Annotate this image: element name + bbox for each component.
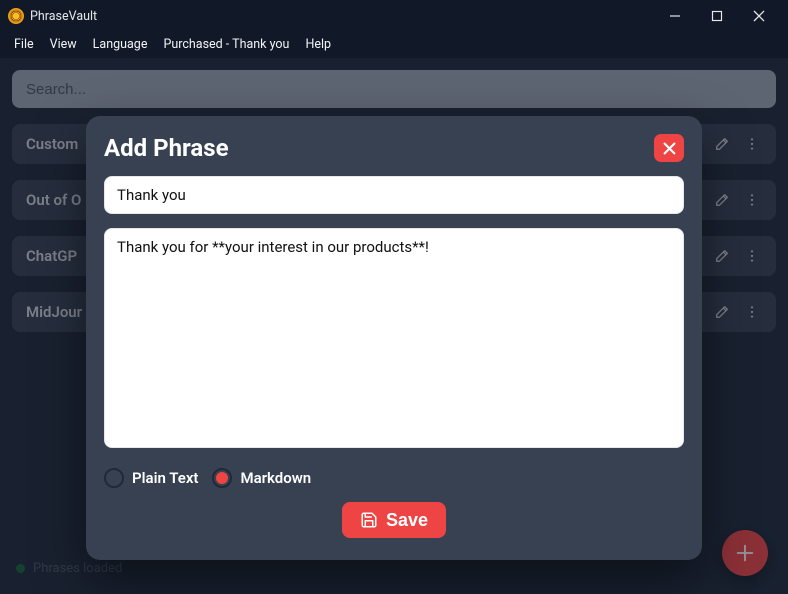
format-plain-label: Plain Text [132,469,198,487]
app-title: PhraseVault [30,9,97,24]
phrase-title-input[interactable] [104,176,684,214]
format-plain-option[interactable]: Plain Text [104,468,198,488]
add-phrase-modal: Add Phrase Plain Text Markdown Save [86,116,702,560]
close-icon [753,10,765,22]
format-radio-group: Plain Text Markdown [104,468,684,488]
minimize-button[interactable] [654,0,696,32]
radio-icon [212,468,232,488]
menu-view[interactable]: View [42,34,85,55]
save-button[interactable]: Save [342,502,446,538]
format-markdown-label: Markdown [240,469,311,487]
radio-selected-icon [216,472,228,484]
close-icon [663,142,676,155]
modal-title: Add Phrase [104,134,229,162]
save-icon [360,511,378,529]
title-bar-left: PhraseVault [8,8,97,24]
modal-close-button[interactable] [654,134,684,162]
format-markdown-option[interactable]: Markdown [212,468,311,488]
phrase-body-textarea[interactable] [104,228,684,448]
menu-bar: File View Language Purchased - Thank you… [0,32,788,58]
menu-help[interactable]: Help [297,34,339,55]
menu-file[interactable]: File [6,34,42,55]
save-label: Save [386,510,428,531]
menu-language[interactable]: Language [85,34,156,55]
maximize-icon [711,10,723,22]
menu-purchased[interactable]: Purchased - Thank you [155,34,297,55]
title-bar: PhraseVault [0,0,788,32]
radio-icon [104,468,124,488]
window-controls [654,0,780,32]
app-icon [8,8,24,24]
close-window-button[interactable] [738,0,780,32]
modal-header: Add Phrase [104,134,684,162]
maximize-button[interactable] [696,0,738,32]
modal-footer: Save [104,502,684,538]
minimize-icon [669,10,681,22]
